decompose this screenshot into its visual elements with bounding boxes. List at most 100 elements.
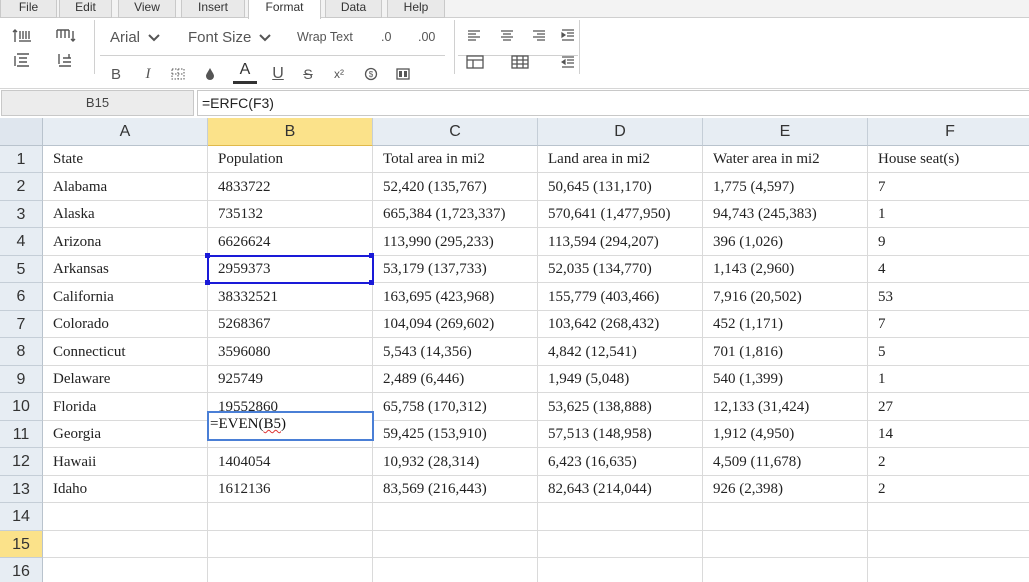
cell-a8[interactable]: Connecticut: [43, 338, 208, 366]
indent-decrease-icon[interactable]: [558, 52, 578, 72]
cell-b6[interactable]: 38332521: [208, 283, 373, 311]
cell-c6[interactable]: 163,695 (423,968): [373, 283, 538, 311]
decrease-decimal-button[interactable]: .0: [381, 30, 391, 44]
tab-file[interactable]: File: [0, 0, 57, 18]
cell-b7[interactable]: 5268367: [208, 311, 373, 338]
cell-d5[interactable]: 52,035 (134,770): [538, 256, 703, 283]
row-header-10[interactable]: 10: [0, 393, 43, 421]
tab-edit[interactable]: Edit: [59, 0, 112, 18]
cell-f4[interactable]: 9: [868, 228, 1029, 256]
cell-a9[interactable]: Delaware: [43, 366, 208, 393]
cell-a7[interactable]: Colorado: [43, 311, 208, 338]
fill-color-icon[interactable]: [200, 64, 220, 84]
cell-f14[interactable]: [868, 503, 1029, 531]
cell-d6[interactable]: 155,779 (403,466): [538, 283, 703, 311]
formula-input[interactable]: =ERFC(F3): [197, 90, 1029, 116]
cell-f5[interactable]: 4: [868, 256, 1029, 283]
range-resize-handle[interactable]: [369, 253, 374, 258]
cell-b16[interactable]: [208, 558, 373, 582]
font-color-button[interactable]: A: [232, 60, 258, 86]
cell-a5[interactable]: Arkansas: [43, 256, 208, 283]
cell-c7[interactable]: 104,094 (269,602): [373, 311, 538, 338]
font-size-dropdown[interactable]: Font Size: [188, 29, 272, 46]
cell-c5[interactable]: 53,179 (137,733): [373, 256, 538, 283]
cell-c14[interactable]: [373, 503, 538, 531]
cell-e13[interactable]: 926 (2,398): [703, 476, 868, 503]
row-header-1[interactable]: 1: [0, 146, 43, 173]
cell-e4[interactable]: 396 (1,026): [703, 228, 868, 256]
cell-e12[interactable]: 4,509 (11,678): [703, 448, 868, 476]
cell-b9[interactable]: 925749: [208, 366, 373, 393]
cell-b4[interactable]: 6626624: [208, 228, 373, 256]
row-header-11[interactable]: 11: [0, 421, 43, 448]
cell-a6[interactable]: California: [43, 283, 208, 311]
column-header-b[interactable]: B: [208, 118, 373, 146]
merge-cells-icon[interactable]: [393, 64, 413, 84]
cell-a2[interactable]: Alabama: [43, 173, 208, 201]
cell-reference-box[interactable]: B15: [1, 90, 194, 116]
row-header-5[interactable]: 5: [0, 256, 43, 283]
cell-e8[interactable]: 701 (1,816): [703, 338, 868, 366]
column-header-d[interactable]: D: [538, 118, 703, 146]
cell-c4[interactable]: 113,990 (295,233): [373, 228, 538, 256]
cell-b12[interactable]: 1404054: [208, 448, 373, 476]
cell-c10[interactable]: 65,758 (170,312): [373, 393, 538, 421]
superscript-button[interactable]: x²: [329, 64, 349, 84]
column-header-f[interactable]: F: [868, 118, 1029, 146]
cell-a12[interactable]: Hawaii: [43, 448, 208, 476]
row-header-13[interactable]: 13: [0, 476, 43, 503]
cell-c8[interactable]: 5,543 (14,356): [373, 338, 538, 366]
cell-e16[interactable]: [703, 558, 868, 582]
underline-button[interactable]: U: [268, 64, 288, 84]
cell-c9[interactable]: 2,489 (6,446): [373, 366, 538, 393]
cell-f3[interactable]: 1: [868, 201, 1029, 228]
font-name-dropdown[interactable]: Arial: [110, 29, 160, 46]
select-all-corner[interactable]: [0, 118, 43, 146]
align-right-icon[interactable]: [529, 26, 549, 44]
tab-view[interactable]: View: [118, 0, 176, 18]
increase-decimal-button[interactable]: .00: [418, 30, 435, 44]
cell-editor[interactable]: =EVEN(B5): [207, 411, 374, 441]
cell-d11[interactable]: 57,513 (148,958): [538, 421, 703, 448]
cell-d7[interactable]: 103,642 (268,432): [538, 311, 703, 338]
cell-c12[interactable]: 10,932 (28,314): [373, 448, 538, 476]
cell-f9[interactable]: 1: [868, 366, 1029, 393]
cell-d13[interactable]: 82,643 (214,044): [538, 476, 703, 503]
currency-format-icon[interactable]: $: [361, 64, 381, 84]
cell-c15[interactable]: [373, 531, 538, 558]
column-header-c[interactable]: C: [373, 118, 538, 146]
cell-e6[interactable]: 7,916 (20,502): [703, 283, 868, 311]
cell-f7[interactable]: 7: [868, 311, 1029, 338]
cell-b3[interactable]: 735132: [208, 201, 373, 228]
cell-a15[interactable]: [43, 531, 208, 558]
row-header-14[interactable]: 14: [0, 503, 43, 531]
cell-e2[interactable]: 1,775 (4,597): [703, 173, 868, 201]
cell-f15[interactable]: [868, 531, 1029, 558]
cell-a16[interactable]: [43, 558, 208, 582]
cell-f6[interactable]: 53: [868, 283, 1029, 311]
cell-b5[interactable]: 2959373: [208, 256, 373, 283]
cell-c16[interactable]: [373, 558, 538, 582]
cell-e5[interactable]: 1,143 (2,960): [703, 256, 868, 283]
cell-a13[interactable]: Idaho: [43, 476, 208, 503]
cell-c13[interactable]: 83,569 (216,443): [373, 476, 538, 503]
range-resize-handle[interactable]: [369, 280, 374, 285]
cell-d3[interactable]: 570,641 (1,477,950): [538, 201, 703, 228]
cell-f13[interactable]: 2: [868, 476, 1029, 503]
cell-d4[interactable]: 113,594 (294,207): [538, 228, 703, 256]
cell-b8[interactable]: 3596080: [208, 338, 373, 366]
strikethrough-button[interactable]: S: [298, 64, 318, 84]
cell-a3[interactable]: Alaska: [43, 201, 208, 228]
cell-e15[interactable]: [703, 531, 868, 558]
row-header-12[interactable]: 12: [0, 448, 43, 476]
cell-c2[interactable]: 52,420 (135,767): [373, 173, 538, 201]
cell-d15[interactable]: [538, 531, 703, 558]
cell-c3[interactable]: 665,384 (1,723,337): [373, 201, 538, 228]
tab-help[interactable]: Help: [387, 0, 445, 18]
cell-b1[interactable]: Population: [208, 146, 373, 173]
row-header-4[interactable]: 4: [0, 228, 43, 256]
cell-d1[interactable]: Land area in mi2: [538, 146, 703, 173]
cell-a14[interactable]: [43, 503, 208, 531]
column-header-e[interactable]: E: [703, 118, 868, 146]
borders-icon[interactable]: [168, 64, 188, 84]
